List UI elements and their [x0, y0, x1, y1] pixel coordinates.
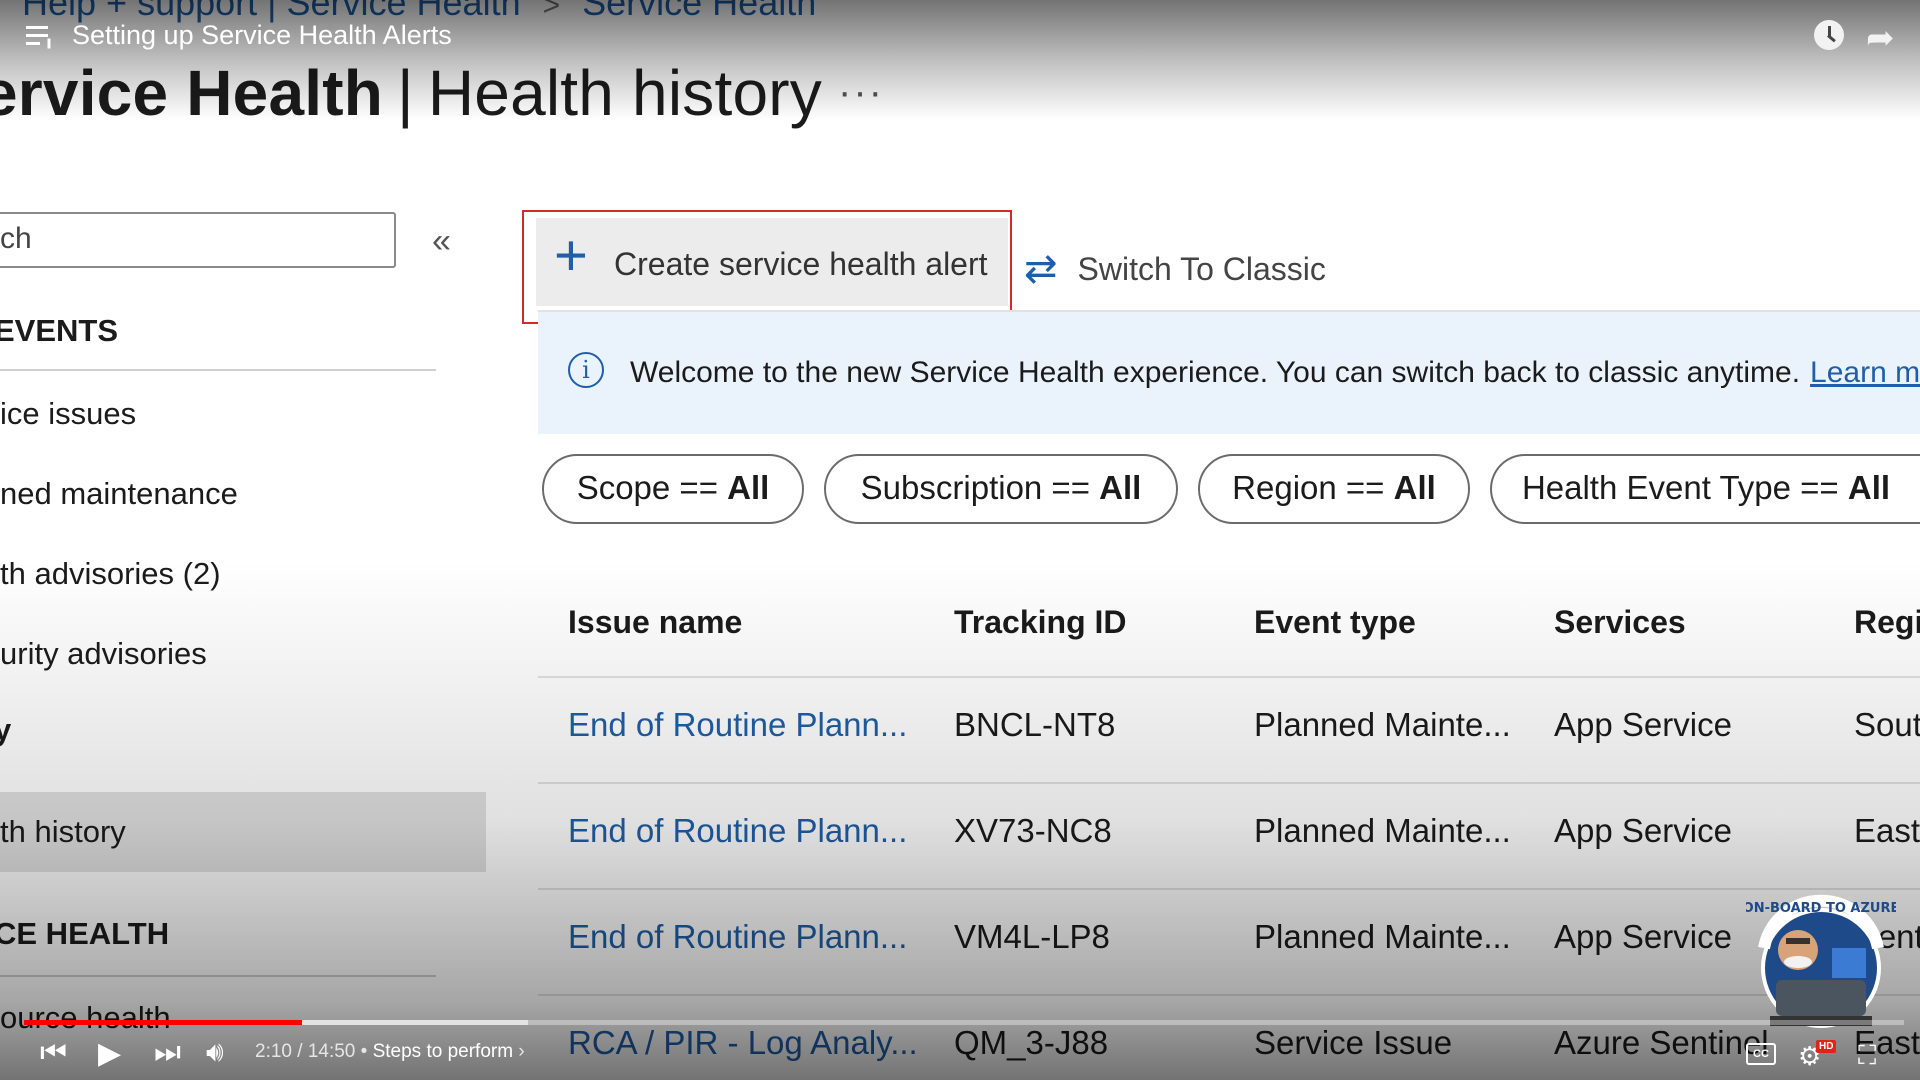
services-cell: App Service: [1554, 812, 1732, 849]
info-banner-text: Welcome to the new Service Health experi…: [630, 356, 1920, 390]
sidebar-heading-resource-health: CE HEALTH: [0, 916, 170, 951]
table-row[interactable]: End of Routine Plann... VM4L-LP8 Planned…: [538, 888, 1920, 996]
sidebar-divider: [0, 369, 436, 371]
page-title: ervice Health | Health history: [0, 56, 822, 130]
sidebar-item-health-history[interactable]: th history: [0, 792, 486, 872]
column-header-regions[interactable]: Regions: [1854, 604, 1920, 641]
progress-played: [24, 1020, 302, 1025]
issue-name-link[interactable]: End of Routine Plann...: [568, 812, 907, 850]
sidebar-item-health-advisories[interactable]: th advisories (2): [0, 556, 221, 592]
title-divider: |: [397, 57, 414, 129]
highlight-box: [522, 210, 1012, 324]
filter-value: All: [727, 469, 770, 506]
filter-region[interactable]: Region == All: [1198, 454, 1470, 524]
sidebar-item-label: th history: [0, 814, 126, 849]
sidebar-heading-events: EVENTS: [0, 313, 119, 348]
table-row[interactable]: End of Routine Plann... XV73-NC8 Planned…: [538, 782, 1920, 890]
page-title-sub: Health history: [427, 57, 822, 129]
info-message: Welcome to the new Service Health experi…: [630, 356, 1801, 389]
video-title[interactable]: Setting up Service Health Alerts: [72, 20, 452, 51]
sidebar-search-input[interactable]: ch: [0, 212, 396, 268]
fullscreen-icon[interactable]: ⛶: [1858, 1040, 1876, 1072]
filter-subscription[interactable]: Subscription == All: [824, 454, 1178, 524]
info-icon: i: [568, 352, 604, 388]
page-title-main: ervice Health: [0, 57, 384, 129]
chapter-title[interactable]: Steps to perform: [373, 1041, 513, 1062]
info-banner: i Welcome to the new Service Health expe…: [538, 312, 1920, 434]
next-icon[interactable]: ⏭: [154, 1036, 181, 1070]
sidebar-heading-history: y: [0, 712, 12, 747]
switch-to-classic-button[interactable]: ⇄ Switch To Classic: [1024, 244, 1326, 291]
issue-name-link[interactable]: RCA / PIR - Log Analy...: [568, 1024, 918, 1062]
column-header-event-type[interactable]: Event type: [1254, 604, 1416, 641]
captions-icon[interactable]: CC: [1746, 1043, 1776, 1065]
region-cell: South: [1854, 706, 1920, 743]
services-cell: Azure Sentinel: [1554, 1024, 1769, 1061]
tracking-id-cell: XV73-NC8: [954, 812, 1112, 849]
issue-name-link[interactable]: End of Routine Plann...: [568, 918, 907, 956]
region-cell: East: [1854, 812, 1920, 849]
play-icon[interactable]: ▶: [98, 1036, 121, 1071]
column-header-issue-name[interactable]: Issue name: [568, 604, 742, 641]
sidebar-item-security-advisories[interactable]: urity advisories: [0, 636, 207, 672]
playlist-icon[interactable]: [26, 26, 54, 49]
learn-more-link[interactable]: Learn more: [1810, 356, 1920, 389]
issue-name-link[interactable]: End of Routine Plann...: [568, 706, 907, 744]
volume-icon[interactable]: 🔊︎: [206, 1036, 224, 1069]
column-header-tracking-id[interactable]: Tracking ID: [954, 604, 1127, 641]
hd-badge: HD: [1816, 1040, 1837, 1053]
filter-key: Subscription ==: [860, 469, 1090, 506]
filter-health-event-type[interactable]: Health Event Type == All: [1490, 454, 1920, 524]
sidebar-item-planned-maintenance[interactable]: ned maintenance: [0, 476, 238, 512]
time-display: 2:10 / 14:50 • Steps to perform ›: [255, 1041, 525, 1062]
event-type-cell: Planned Mainte...: [1254, 812, 1511, 849]
event-type-cell: Service Issue: [1254, 1024, 1453, 1061]
table-row[interactable]: RCA / PIR - Log Analy... QM_3-J88 Servic…: [538, 994, 1920, 1080]
filter-scope[interactable]: Scope == All: [542, 454, 804, 524]
filter-value: All: [1847, 469, 1891, 506]
column-header-services[interactable]: Services: [1554, 604, 1686, 641]
filter-value: All: [1099, 469, 1142, 506]
channel-logo[interactable]: ON-BOARD TO AZURE: [1746, 888, 1896, 1038]
event-type-cell: Planned Mainte...: [1254, 918, 1511, 955]
table-row[interactable]: End of Routine Plann... BNCL-NT8 Planned…: [538, 676, 1920, 784]
filter-key: Scope ==: [576, 469, 718, 506]
tracking-id-cell: VM4L-LP8: [954, 918, 1110, 955]
sidebar-item-resource-health[interactable]: ource health: [0, 1000, 171, 1036]
share-icon[interactable]: ➦: [1866, 18, 1895, 58]
filter-key: Region ==: [1232, 469, 1385, 506]
collapse-sidebar-button[interactable]: «: [432, 222, 451, 261]
more-options-button[interactable]: ···: [838, 70, 884, 115]
filter-key: Health Event Type ==: [1521, 469, 1839, 506]
switch-label: Switch To Classic: [1077, 251, 1326, 287]
services-cell: App Service: [1554, 918, 1732, 955]
channel-logo-text: ON-BOARD TO AZURE: [1746, 901, 1896, 916]
screen: Help + support | Service Health > Service …: [0, 0, 1920, 1080]
time-elapsed: 2:10 / 14:50: [255, 1041, 356, 1062]
event-type-cell: Planned Mainte...: [1254, 706, 1511, 743]
switch-arrows-icon: ⇄: [1024, 247, 1058, 291]
breadcrumb-item-service-health[interactable]: Service Health: [582, 0, 816, 23]
sidebar-divider: [0, 975, 436, 977]
sidebar-item-service-issues[interactable]: ice issues: [0, 396, 136, 432]
filter-value: All: [1393, 469, 1436, 506]
tracking-id-cell: BNCL-NT8: [954, 706, 1116, 743]
watch-later-icon[interactable]: [1814, 20, 1844, 50]
services-cell: App Service: [1554, 706, 1732, 743]
sidebar-search-text: ch: [0, 222, 32, 255]
chevron-right-icon: >: [542, 0, 561, 22]
tracking-id-cell: QM_3-J88: [954, 1024, 1109, 1061]
previous-icon[interactable]: ⏮: [40, 1036, 67, 1070]
